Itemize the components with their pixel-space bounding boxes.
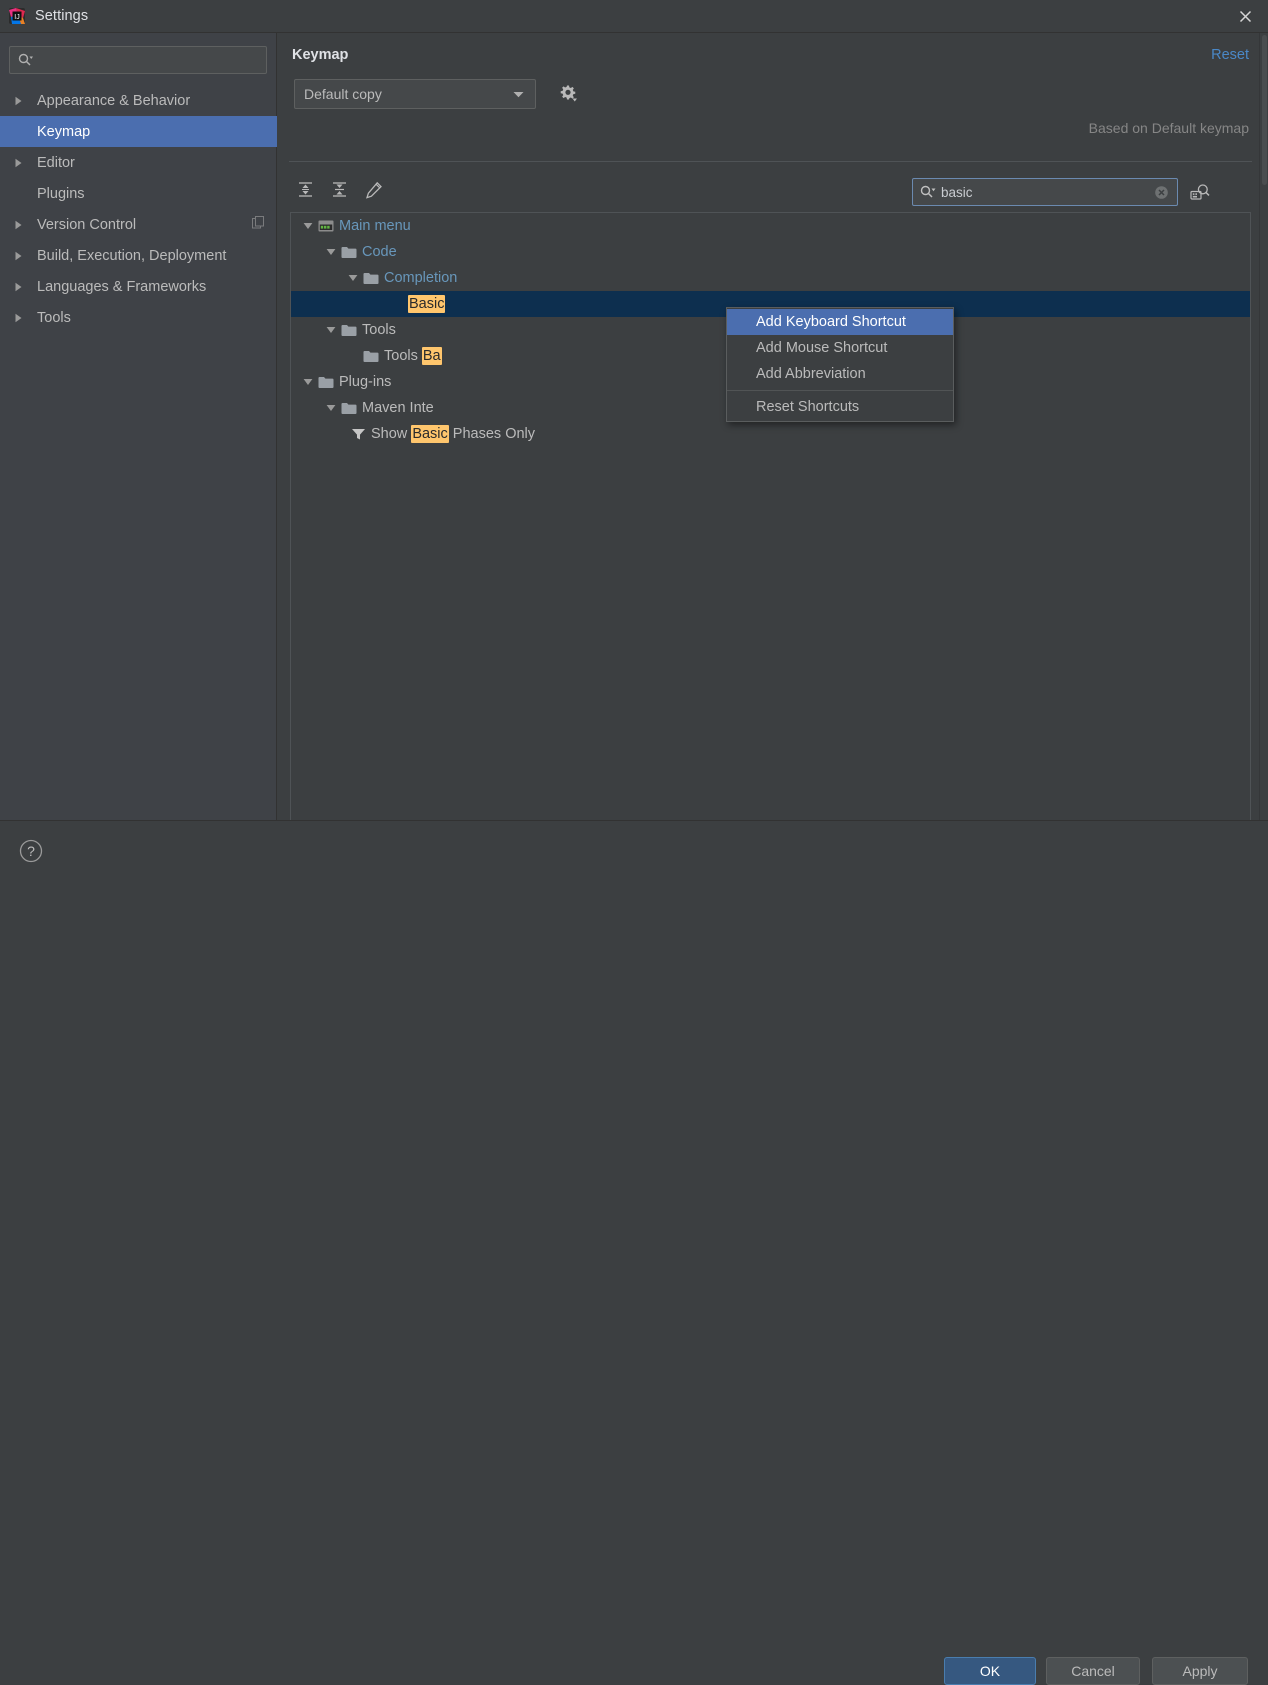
dialog-footer: ? OK Cancel Apply bbox=[0, 820, 1268, 1685]
sidebar-item-label: Tools bbox=[37, 309, 71, 326]
tree-row-text: Phases Only bbox=[448, 426, 536, 442]
keymap-settings-gear-icon[interactable] bbox=[555, 81, 581, 107]
sidebar-item-plugins[interactable]: Plugins bbox=[0, 178, 277, 209]
intellij-idea-icon: IJ bbox=[9, 8, 25, 24]
tree-row[interactable]: Completion bbox=[291, 265, 1250, 291]
keymap-select-value: Default copy bbox=[304, 86, 382, 102]
sidebar-item-tools[interactable]: Tools bbox=[0, 302, 277, 333]
context-menu-separator bbox=[727, 390, 953, 391]
chevron-right-icon[interactable] bbox=[14, 96, 30, 106]
settings-search-input[interactable] bbox=[37, 52, 266, 68]
panel-scrollbar[interactable] bbox=[1259, 33, 1268, 820]
edit-shortcut-icon[interactable] bbox=[360, 176, 387, 203]
title-bar: IJ Settings bbox=[0, 0, 1268, 33]
keymap-select[interactable]: Default copy bbox=[294, 79, 536, 109]
chevron-down-icon[interactable] bbox=[322, 326, 340, 334]
panel-divider bbox=[289, 161, 1252, 162]
chevron-down-icon[interactable] bbox=[322, 248, 340, 256]
sidebar-item-version-control[interactable]: Version Control bbox=[0, 209, 277, 240]
search-match-highlight: Basic bbox=[411, 425, 449, 443]
expand-all-icon[interactable] bbox=[292, 176, 319, 203]
settings-sidebar: Appearance & Behavior Keymap Editor Plug… bbox=[0, 33, 277, 820]
tree-row-label: Basic bbox=[408, 295, 446, 313]
tree-row-label: Plug-ins bbox=[339, 374, 392, 390]
tree-row-label: Code bbox=[362, 244, 397, 260]
chevron-right-icon[interactable] bbox=[14, 158, 30, 168]
folder-icon bbox=[340, 402, 358, 415]
chevron-right-icon[interactable] bbox=[14, 251, 30, 261]
sidebar-item-label: Appearance & Behavior bbox=[37, 92, 191, 109]
sidebar-item-keymap[interactable]: Keymap bbox=[0, 116, 277, 147]
sidebar-item-label: Editor bbox=[37, 154, 75, 171]
keymap-panel: Keymap Reset Default copy Based on Defau… bbox=[278, 33, 1268, 840]
sidebar-item-build-execution-deployment[interactable]: Build, Execution, Deployment bbox=[0, 240, 277, 271]
help-icon[interactable]: ? bbox=[19, 839, 43, 863]
context-menu-item-add-abbreviation[interactable]: Add Abbreviation bbox=[727, 361, 953, 387]
tree-row[interactable]: Show Basic Phases Only bbox=[291, 421, 1250, 447]
folder-icon bbox=[362, 350, 380, 363]
scrollbar-thumb[interactable] bbox=[1262, 35, 1267, 185]
tree-row-label: Show Basic Phases Only bbox=[371, 425, 536, 443]
page-title: Keymap bbox=[292, 47, 349, 63]
ok-button[interactable]: OK bbox=[944, 1657, 1036, 1685]
chevron-down-icon[interactable] bbox=[344, 274, 362, 282]
tree-row-text: Tools bbox=[384, 348, 422, 364]
folder-icon bbox=[317, 376, 335, 389]
svg-text:?: ? bbox=[27, 843, 35, 859]
collapse-all-icon[interactable] bbox=[326, 176, 353, 203]
search-dropdown-icon bbox=[920, 185, 937, 199]
sidebar-item-list: Appearance & Behavior Keymap Editor Plug… bbox=[0, 85, 277, 333]
context-menu[interactable]: Add Keyboard Shortcut Add Mouse Shortcut… bbox=[726, 307, 954, 422]
chevron-right-icon[interactable] bbox=[14, 220, 30, 230]
folder-icon bbox=[362, 272, 380, 285]
chevron-down-icon bbox=[513, 85, 524, 103]
filter-icon bbox=[349, 427, 367, 441]
search-match-highlight: Basic bbox=[408, 295, 446, 313]
copy-icon bbox=[252, 215, 265, 234]
settings-search-box[interactable] bbox=[9, 46, 267, 74]
sidebar-item-languages-frameworks[interactable]: Languages & Frameworks bbox=[0, 271, 277, 302]
tree-row-label: Tools Ba bbox=[384, 347, 442, 365]
chevron-right-icon[interactable] bbox=[14, 313, 30, 323]
folder-icon bbox=[340, 324, 358, 337]
chevron-down-icon[interactable] bbox=[299, 378, 317, 386]
chevron-down-icon[interactable] bbox=[299, 222, 317, 230]
svg-text:IJ: IJ bbox=[14, 14, 19, 21]
cancel-button[interactable]: Cancel bbox=[1046, 1657, 1140, 1685]
find-by-keystroke-icon[interactable] bbox=[1187, 179, 1213, 205]
folder-icon bbox=[340, 246, 358, 259]
sidebar-item-label: Build, Execution, Deployment bbox=[37, 247, 227, 264]
sidebar-item-label: Version Control bbox=[37, 216, 137, 233]
keymap-search-input[interactable] bbox=[941, 184, 1154, 200]
tree-row[interactable]: Code bbox=[291, 239, 1250, 265]
sidebar-item-appearance-behavior[interactable]: Appearance & Behavior bbox=[0, 85, 277, 116]
sidebar-item-label: Keymap bbox=[37, 123, 91, 140]
search-dropdown-icon bbox=[18, 53, 34, 67]
window-title: Settings bbox=[35, 8, 89, 24]
based-on-keymap-label: Based on Default keymap bbox=[1088, 120, 1249, 136]
tree-row[interactable]: Main menu bbox=[291, 213, 1250, 239]
apply-button[interactable]: Apply bbox=[1152, 1657, 1248, 1685]
tree-row-label: Tools bbox=[362, 322, 396, 338]
tree-row-text: Show bbox=[371, 426, 412, 442]
chevron-right-icon[interactable] bbox=[14, 282, 30, 292]
context-menu-item-add-mouse-shortcut[interactable]: Add Mouse Shortcut bbox=[727, 335, 953, 361]
clear-icon[interactable] bbox=[1154, 185, 1169, 200]
sidebar-item-editor[interactable]: Editor bbox=[0, 147, 277, 178]
main-menu-icon bbox=[317, 219, 335, 233]
sidebar-item-label: Plugins bbox=[37, 185, 85, 202]
tree-toolbar bbox=[292, 176, 387, 203]
chevron-down-icon[interactable] bbox=[322, 404, 340, 412]
sidebar-item-label: Languages & Frameworks bbox=[37, 278, 207, 295]
tree-row-label: Maven Inte bbox=[362, 400, 434, 416]
close-icon[interactable] bbox=[1222, 0, 1268, 33]
tree-row-label: Main menu bbox=[339, 218, 411, 234]
search-match-highlight: Ba bbox=[421, 347, 442, 365]
reset-link[interactable]: Reset bbox=[1211, 47, 1249, 63]
keymap-search-box[interactable] bbox=[912, 178, 1178, 206]
context-menu-item-add-keyboard-shortcut[interactable]: Add Keyboard Shortcut bbox=[727, 309, 953, 335]
tree-row-label: Completion bbox=[384, 270, 458, 286]
context-menu-item-reset-shortcuts[interactable]: Reset Shortcuts bbox=[727, 394, 953, 420]
